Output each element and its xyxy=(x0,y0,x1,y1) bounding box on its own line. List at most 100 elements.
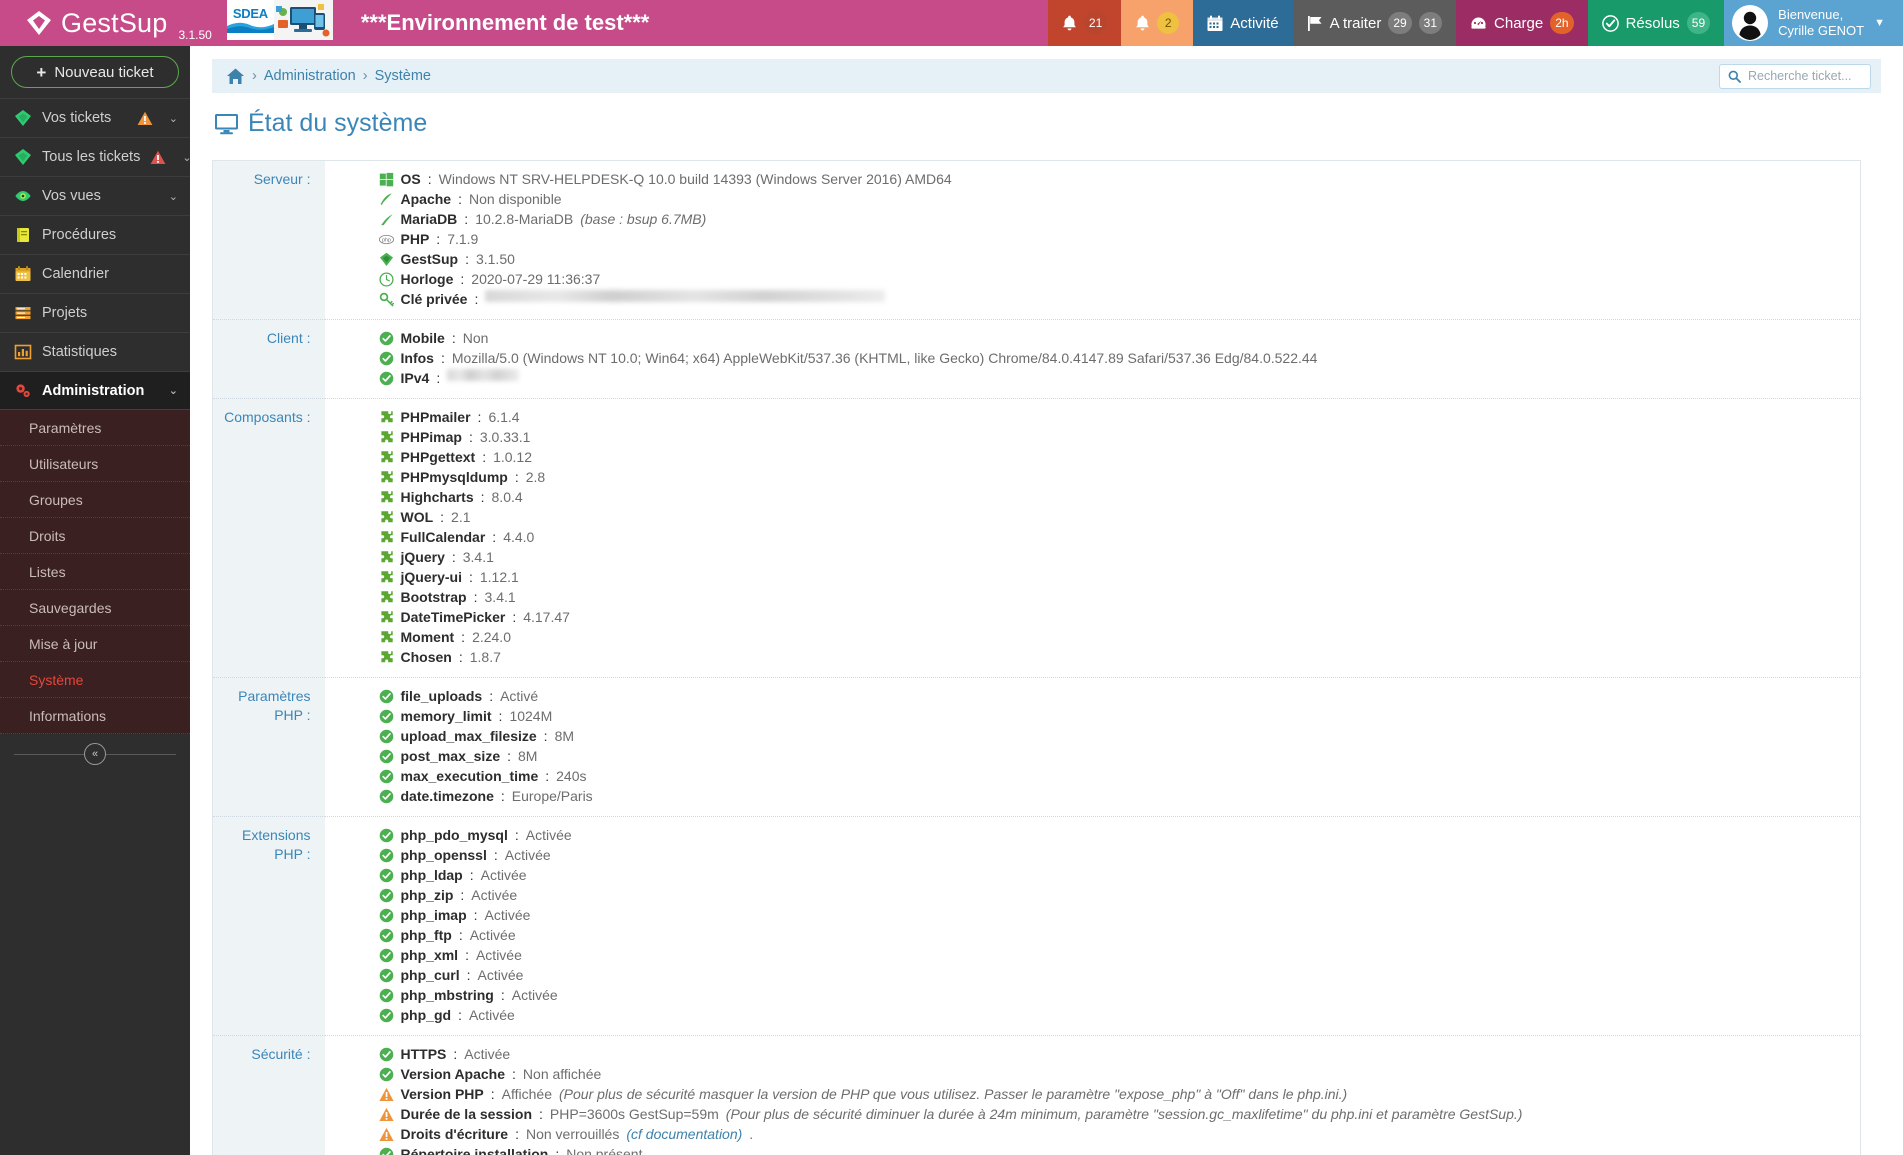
topbar-to-process[interactable]: A traiter 29 31 xyxy=(1292,0,1457,46)
row-value: 7.1.9 xyxy=(447,230,479,247)
sidebar-item-procedures[interactable]: Procédures xyxy=(0,215,190,254)
sidebar-subitem-listes[interactable]: Listes xyxy=(0,554,190,590)
row-key: Moment xyxy=(400,628,455,645)
row-value: 3.4.1 xyxy=(484,588,516,605)
chevron-down-icon[interactable]: ⌄ xyxy=(169,190,178,203)
puzzle-icon xyxy=(380,630,393,642)
sidebar-subitem-droits[interactable]: Droits xyxy=(0,518,190,554)
warning-icon xyxy=(137,111,153,125)
row-chosen: Chosen: 1.8.7 xyxy=(379,647,1851,667)
sidebar-subitem-mise-a-jour[interactable]: Mise à jour xyxy=(0,626,190,662)
row-colon: : xyxy=(436,230,441,247)
topbar-resolved[interactable]: Résolus 59 xyxy=(1587,0,1725,46)
warning-icon xyxy=(378,1127,394,1141)
sidebar-item-tous-les-tickets[interactable]: Tous les tickets ⌄ xyxy=(0,137,192,176)
breadcrumb-item-administration[interactable]: Administration xyxy=(264,68,356,84)
chevron-down-icon[interactable]: ⌄ xyxy=(182,151,191,164)
row-key: php_pdo_mysql xyxy=(400,826,508,843)
row-phpmysqldump: PHPmysqldump: 2.8 xyxy=(379,467,1851,487)
row-key: php_xml xyxy=(400,946,459,963)
topbar-user-menu[interactable]: Bienvenue, Cyrille GENOT ▼ xyxy=(1724,0,1903,46)
table-row: Paramètres PHP : file_uploads: Activé me… xyxy=(212,677,1861,817)
breadcrumb-item-systeme[interactable]: Système xyxy=(375,68,431,84)
sidebar-subitem-parametres[interactable]: Paramètres xyxy=(0,410,190,446)
row-cle-privee: Clé privée : xyxy=(379,289,1851,309)
new-ticket-button[interactable]: + Nouveau ticket xyxy=(11,56,179,88)
sidebar-item-label: Administration xyxy=(42,382,145,399)
row-key: php_imap xyxy=(400,906,467,923)
sidebar-item-calendrier[interactable]: Calendrier xyxy=(0,254,190,293)
sidebar-subitem-label: Système xyxy=(29,671,84,688)
check-circle-icon xyxy=(379,968,393,982)
brand-name: GestSup xyxy=(61,7,168,38)
topbar-charge[interactable]: Charge 2h xyxy=(1456,0,1588,46)
warning-icon xyxy=(378,1107,394,1121)
chevron-down-icon[interactable]: ⌄ xyxy=(169,384,178,397)
topbar-activity[interactable]: Activité xyxy=(1193,0,1293,46)
sidebar-collapse-row: « xyxy=(0,734,190,774)
row-value: Non disponible xyxy=(468,190,562,207)
sidebar-item-administration[interactable]: Administration ⌄ xyxy=(0,371,190,410)
row-key: Bootstrap xyxy=(400,588,467,605)
check-circle-icon xyxy=(379,729,393,743)
breadcrumb: › Administration › Système Recherche tic… xyxy=(212,59,1881,93)
chevron-down-icon[interactable]: ⌄ xyxy=(169,112,178,125)
sidebar-subitem-systeme[interactable]: Système xyxy=(0,662,190,698)
to-process-badge-1: 29 xyxy=(1388,12,1412,34)
environment-title: ***Environnement de test*** xyxy=(360,10,650,35)
sidebar-item-projets[interactable]: Projets xyxy=(0,293,190,332)
eye-icon xyxy=(15,191,31,201)
sidebar-subitem-utilisateurs[interactable]: Utilisateurs xyxy=(0,446,190,482)
documentation-link[interactable]: (cf documentation) xyxy=(626,1125,742,1144)
chevron-down-icon[interactable]: ▼ xyxy=(1874,17,1885,29)
sidebar-item-vos-tickets[interactable]: Vos tickets ⌄ xyxy=(0,98,190,137)
puzzle-icon xyxy=(380,650,393,662)
row-key: Chosen xyxy=(400,648,452,665)
section-content-extensions-php: php_pdo_mysql: Activée php_openssl: Acti… xyxy=(324,816,1861,1036)
sidebar-subitem-label: Sauvegardes xyxy=(29,599,112,616)
sidebar-subitem-informations[interactable]: Informations xyxy=(0,698,190,734)
sidebar-subitem-sauvegardes[interactable]: Sauvegardes xyxy=(0,590,190,626)
row-key: date.timezone xyxy=(400,787,494,804)
plus-icon: + xyxy=(36,62,47,82)
topbar-alerts-high[interactable]: 21 xyxy=(1047,0,1122,46)
puzzle-icon xyxy=(380,430,393,442)
user-name: Cyrille GENOT xyxy=(1778,23,1865,38)
row-colon: : xyxy=(440,349,445,366)
check-circle-icon xyxy=(379,848,393,862)
home-icon[interactable] xyxy=(226,67,245,86)
row-key: php_mbstring xyxy=(400,986,494,1003)
brand-logo-area[interactable]: GestSup 3.1.50 xyxy=(0,0,212,46)
sidebar-item-label: Procédures xyxy=(42,227,117,243)
section-label-serveur: Serveur : xyxy=(212,160,325,320)
row-phpmailer: PHPmailer: 6.1.4 xyxy=(379,407,1851,427)
row-fullcalendar: FullCalendar: 4.4.0 xyxy=(379,527,1851,547)
section-content-composants: PHPmailer: 6.1.4 PHPimap: 3.0.33.1 PHPge… xyxy=(324,398,1861,678)
row-value: 8M xyxy=(518,747,538,764)
topbar-activity-label: Activité xyxy=(1230,14,1279,32)
topbar-alerts-low[interactable]: 2 xyxy=(1121,0,1194,46)
row-jquery-ui: jQuery-ui: 1.12.1 xyxy=(379,567,1851,587)
row-note: (Pour plus de sécurité masquer la versio… xyxy=(559,1085,1348,1102)
sidebar-subitem-groupes[interactable]: Groupes xyxy=(0,482,190,518)
row-repertoire-installation: Répertoire installation: Non présent xyxy=(379,1144,1851,1155)
row-value: Activée xyxy=(477,966,524,983)
sidebar-subitem-label: Mise à jour xyxy=(29,635,98,652)
row-value: PHP=3600s GestSup=59m xyxy=(549,1105,719,1122)
row-wol: WOL: 2.1 xyxy=(379,507,1851,527)
search-input[interactable]: Recherche ticket... xyxy=(1719,63,1871,89)
chart-icon xyxy=(14,344,32,360)
customer-logos: SDEA xyxy=(226,0,333,40)
avatar xyxy=(1732,5,1769,41)
top-bar: GestSup 3.1.50 SDEA ***Environnement de … xyxy=(0,0,1903,46)
row-key: Highcharts xyxy=(400,488,474,505)
sidebar-item-statistiques[interactable]: Statistiques xyxy=(0,332,190,371)
sidebar-subitem-label: Listes xyxy=(29,563,66,580)
row-colon: : xyxy=(460,270,465,287)
check-circle-icon xyxy=(379,948,393,962)
sidebar-item-vos-vues[interactable]: Vos vues ⌄ xyxy=(0,176,190,215)
row-upload-max-filesize: upload_max_filesize: 8M xyxy=(379,726,1851,746)
row-key: GestSup xyxy=(400,250,459,267)
row-value: Activée xyxy=(511,986,558,1003)
sidebar-collapse-button[interactable]: « xyxy=(84,743,106,765)
